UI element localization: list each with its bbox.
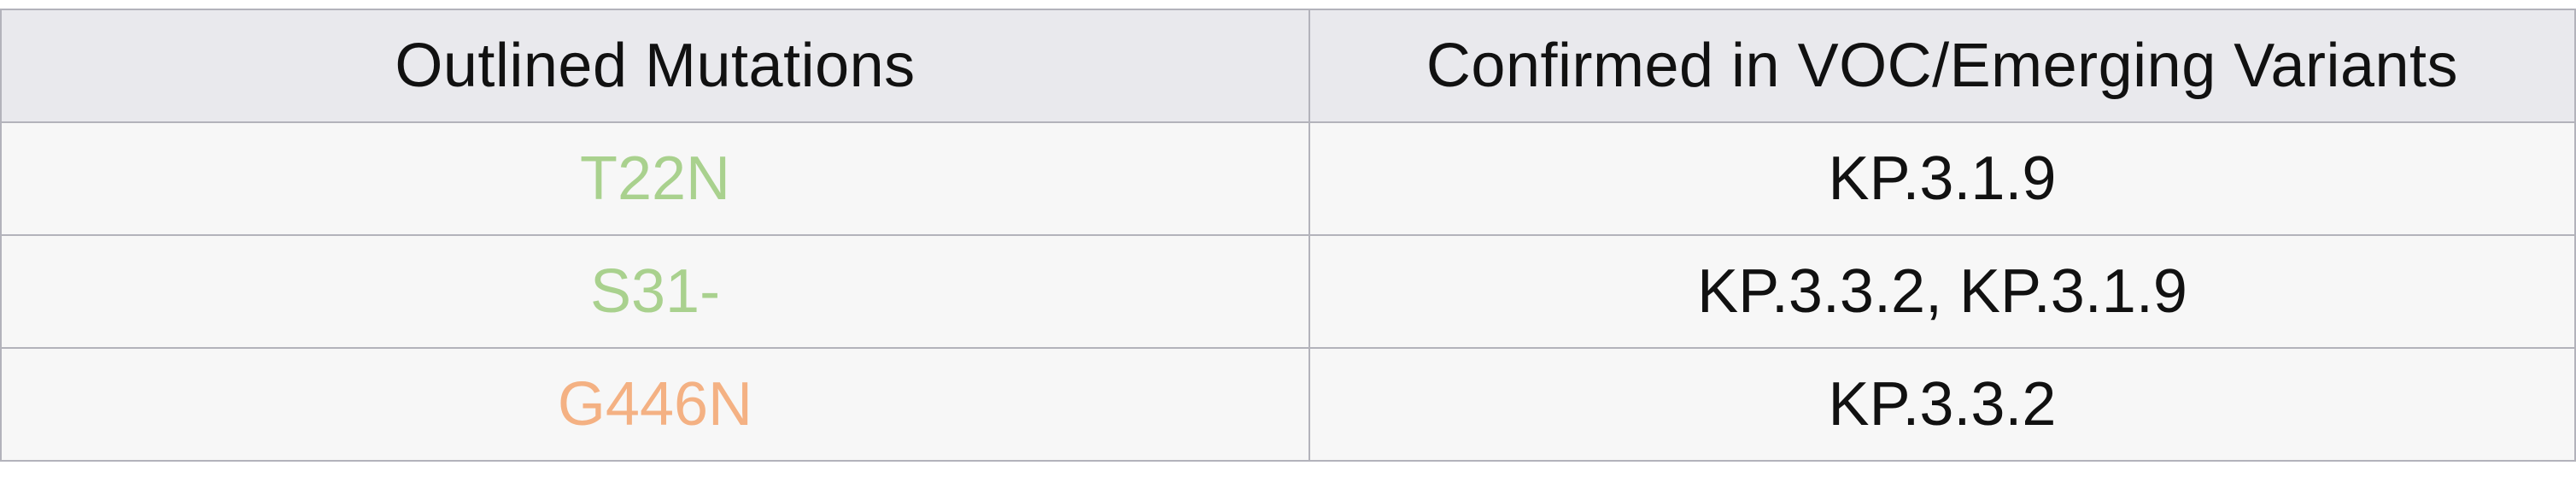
variants-cell: KP.3.3.2: [1308, 347, 2576, 462]
mutation-cell: G446N: [0, 347, 1310, 462]
mutation-cell: S31-: [0, 234, 1310, 349]
header-outlined-mutations: Outlined Mutations: [0, 9, 1310, 123]
header-confirmed-variants: Confirmed in VOC/Emerging Variants: [1308, 9, 2576, 123]
table-row: G446N KP.3.3.2: [0, 347, 2576, 462]
table-row: S31- KP.3.3.2, KP.3.1.9: [0, 234, 2576, 349]
variants-cell: KP.3.1.9: [1308, 121, 2576, 236]
mutation-cell: T22N: [0, 121, 1310, 236]
mutations-table: Outlined Mutations Confirmed in VOC/Emer…: [0, 9, 2576, 462]
table-row: T22N KP.3.1.9: [0, 121, 2576, 236]
variants-cell: KP.3.3.2, KP.3.1.9: [1308, 234, 2576, 349]
table-header-row: Outlined Mutations Confirmed in VOC/Emer…: [0, 9, 2576, 123]
